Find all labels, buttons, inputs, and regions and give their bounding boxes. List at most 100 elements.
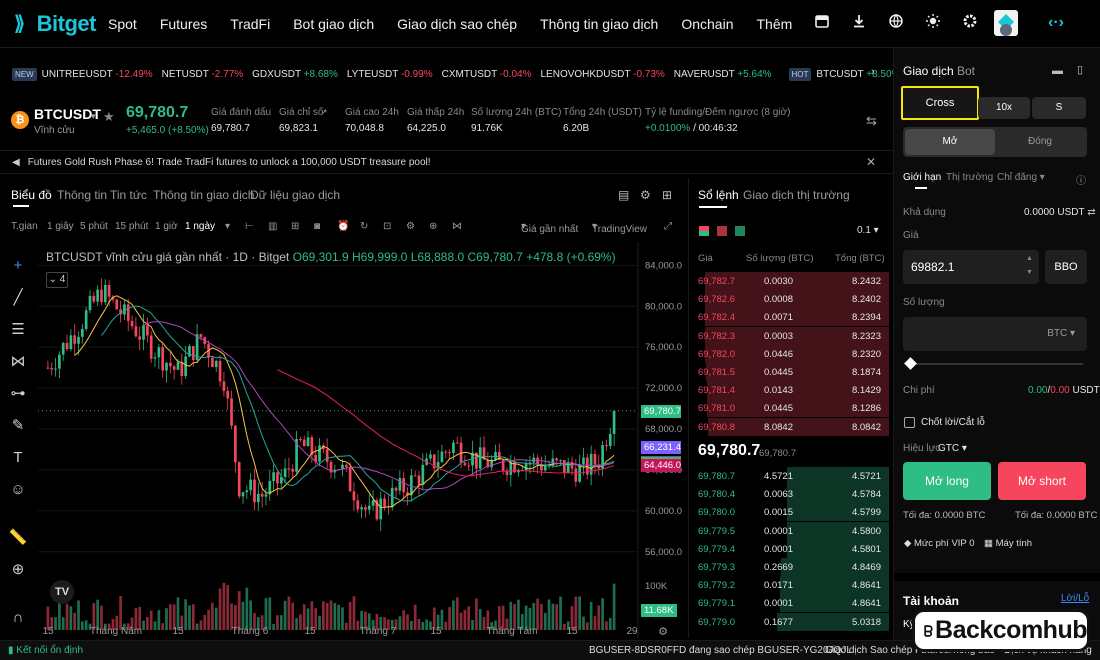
settings-gear-icon[interactable]: [960, 13, 980, 33]
ticker-next-icon[interactable]: ›: [871, 66, 875, 78]
connect-icon[interactable]: ‹·›: [1048, 14, 1064, 32]
interval-1s[interactable]: 1 giây: [47, 221, 74, 232]
promo-banner[interactable]: ◀ Futures Gold Rush Phase 6! Trade TradF…: [0, 150, 893, 174]
drawings-icon[interactable]: ⋈: [452, 221, 462, 232]
ask-row[interactable]: 69,782.6 0.0008 8.2402: [689, 290, 889, 309]
camera-icon[interactable]: ◙: [314, 221, 320, 232]
view-bids-icon[interactable]: [735, 226, 745, 236]
swap-arrows-icon[interactable]: ⇆: [866, 113, 877, 129]
ticker-item[interactable]: LYTEUSDT -0.99%: [347, 69, 433, 80]
ticker-item[interactable]: UNITREEUSDT -12.49%: [42, 69, 153, 80]
interval-15m[interactable]: 15 phút: [115, 221, 148, 232]
candle-type-icon[interactable]: ▥: [268, 221, 277, 232]
ask-row[interactable]: 69,781.5 0.0445 8.1874: [689, 363, 889, 381]
open-long-button[interactable]: Mở long: [903, 462, 991, 500]
precision-select[interactable]: 0.1 ▾: [857, 225, 879, 236]
notes-icon[interactable]: ▯: [1077, 63, 1083, 76]
tab-trading-info[interactable]: Thông tin giao dịch: [153, 188, 254, 202]
interval-dropdown-icon[interactable]: ▾: [225, 221, 230, 232]
close-tab[interactable]: Đóng: [995, 129, 1085, 155]
interval-5m[interactable]: 5 phút: [80, 221, 108, 232]
globe-icon[interactable]: [886, 13, 906, 33]
ask-row[interactable]: 69,781.0 0.0445 8.1286: [689, 399, 889, 418]
tab-trading-data[interactable]: Dữ liệu giao dịch: [250, 188, 340, 202]
ask-row[interactable]: 69,780.8 8.0842 8.0842: [689, 417, 889, 436]
bid-row[interactable]: 69,779.5 0.0001 4.5800: [689, 521, 889, 540]
crosshair-tool-icon[interactable]: +: [8, 256, 28, 276]
ticker-item[interactable]: CXMTUSDT -0.04%: [442, 69, 532, 80]
close-promo-icon[interactable]: ✕: [866, 155, 876, 169]
info-icon[interactable]: ⓘ: [1076, 172, 1086, 187]
position-mode-button[interactable]: S: [1032, 97, 1086, 119]
price-chart[interactable]: 84,000.0 80,000.0 76,000.0 72,000.0 68,000.0…: [38, 242, 684, 638]
bid-row[interactable]: 69,780.0 0.0015 4.5799: [689, 503, 889, 522]
nav-futures[interactable]: Futures: [160, 16, 207, 32]
ticker-item[interactable]: LENOVOHKDUSDT -0.73%: [540, 69, 664, 80]
magnet-tool-icon[interactable]: ∩: [8, 608, 28, 628]
order-post-only[interactable]: Chỉ đăng ▾: [997, 172, 1045, 183]
bid-row[interactable]: 69,779.2 0.0171 4.8641: [689, 576, 889, 595]
ask-row[interactable]: 69,781.4 0.0143 8.1429: [689, 381, 889, 400]
price-type-select[interactable]: Giá gần nhất ▾: [521, 221, 578, 235]
favorite-star-icon[interactable]: ★: [103, 109, 115, 125]
margin-mode-cross[interactable]: Cross: [901, 86, 979, 120]
qty-unit-select[interactable]: BTC ▾: [1047, 328, 1075, 339]
ask-row[interactable]: 69,782.0 0.0446 8.2320: [689, 344, 889, 363]
tab-market-trades[interactable]: Giao dịch thị trường: [743, 188, 850, 202]
ask-row[interactable]: 69,782.7 0.0030 8.2432: [689, 272, 889, 290]
open-tab[interactable]: Mở: [905, 129, 995, 155]
refresh-icon[interactable]: ↻: [360, 221, 368, 232]
trendline-tool-icon[interactable]: ╱: [8, 288, 28, 308]
text-tool-icon[interactable]: T: [8, 448, 28, 468]
nav-trading-info[interactable]: Thông tin giao dịch: [540, 16, 658, 32]
measure-tool-icon[interactable]: ⊶: [8, 384, 28, 404]
qty-input[interactable]: BTC ▾: [903, 317, 1087, 351]
leverage-button[interactable]: 10x: [978, 97, 1030, 119]
layout-icon[interactable]: ⊞: [662, 188, 672, 202]
bbo-button[interactable]: BBO: [1045, 250, 1087, 284]
view-both-icon[interactable]: [699, 226, 709, 236]
bid-row[interactable]: 69,780.4 0.0063 4.5784: [689, 485, 889, 504]
calculator-icon[interactable]: ▬: [1052, 65, 1063, 77]
brush-tool-icon[interactable]: ✎: [8, 416, 28, 436]
ticker-item[interactable]: NAVERUSDT +5.64%: [674, 69, 772, 80]
calculator-link[interactable]: ▦ Máy tính: [984, 538, 1032, 549]
doc-icon[interactable]: ▤: [618, 188, 629, 202]
tab-trade[interactable]: Giao dịch: [903, 64, 954, 78]
nav-spot[interactable]: Spot: [108, 16, 137, 32]
qty-slider-track[interactable]: [911, 363, 1083, 365]
tab-news[interactable]: Tin tức: [110, 188, 147, 202]
emoji-tool-icon[interactable]: ☺: [8, 480, 28, 500]
tab-bot[interactable]: Bot: [957, 64, 975, 78]
theme-sun-icon[interactable]: [923, 13, 943, 33]
view-asks-icon[interactable]: [717, 226, 727, 236]
chart-settings-icon[interactable]: ⚙: [640, 188, 651, 202]
interval-1d[interactable]: 1 ngày: [185, 221, 215, 232]
tab-info[interactable]: Thông tin: [57, 188, 107, 202]
expand-icon[interactable]: ⤢: [664, 221, 672, 232]
bid-row[interactable]: 69,779.3 0.2669 4.8469: [689, 558, 889, 576]
alarm-icon[interactable]: ⏰: [337, 221, 349, 232]
open-short-button[interactable]: Mở short: [998, 462, 1086, 500]
nav-bot[interactable]: Bot giao dịch: [293, 16, 374, 32]
nav-copy-trading[interactable]: Giao dịch sao chép: [397, 16, 517, 32]
vip-level[interactable]: ◆ Mức phí VIP 0: [904, 538, 975, 549]
bitget-logo[interactable]: ⟫ Bitget: [14, 11, 97, 37]
indicator-toggle[interactable]: ⌄ 4: [46, 272, 68, 288]
nav-tradfi[interactable]: TradFi: [230, 16, 270, 32]
avatar[interactable]: [994, 10, 1019, 36]
pnl-link[interactable]: Lời/Lỗ: [1061, 593, 1089, 604]
tif-select[interactable]: GTC ▾: [938, 443, 967, 454]
tab-orderbook[interactable]: Sổ lệnh: [698, 188, 739, 202]
ask-row[interactable]: 69,782.4 0.0071 8.2394: [689, 308, 889, 327]
bid-row[interactable]: 69,779.4 0.0001 4.5801: [689, 539, 889, 558]
index-link-icon[interactable]: ↗: [320, 107, 328, 118]
order-limit[interactable]: Giới hạn: [903, 172, 941, 183]
template-icon[interactable]: ⊡: [383, 221, 391, 232]
zoom-tool-icon[interactable]: ⊕: [8, 560, 28, 580]
bid-row[interactable]: 69,779.0 0.1677 5.0318: [689, 612, 889, 631]
qty-slider-handle[interactable]: [904, 357, 917, 370]
ruler-tool-icon[interactable]: 📏: [8, 528, 28, 548]
symbol-dropdown-icon[interactable]: ▾: [91, 111, 96, 122]
nav-onchain[interactable]: Onchain: [681, 16, 733, 32]
